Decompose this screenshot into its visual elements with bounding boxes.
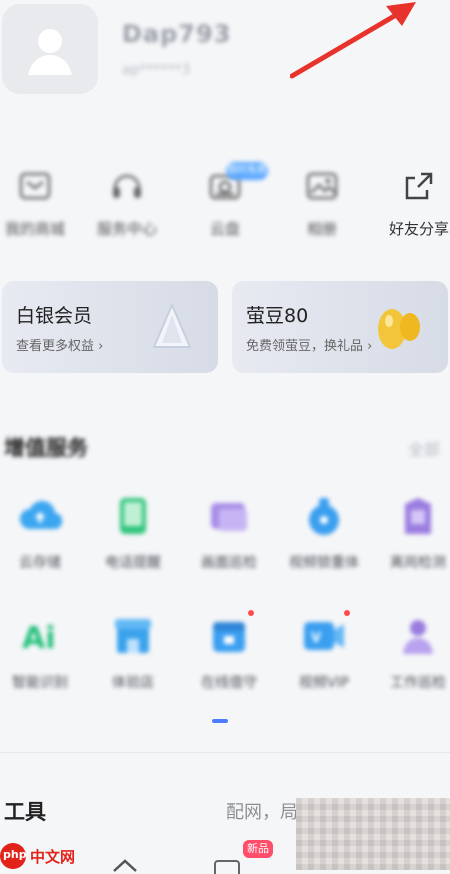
bean-points-card[interactable]: 萤豆80 免费领萤豆，换礼品 ›: [232, 281, 448, 373]
service-cloud-storage[interactable]: 云存储: [0, 494, 86, 572]
service-work-inspection[interactable]: 工作巡检: [372, 614, 450, 692]
service-video-lock[interactable]: 视频锁重体: [278, 494, 370, 572]
service-label: 离岗检测: [390, 555, 446, 571]
service-video-vip[interactable]: V 视频VIP: [278, 614, 370, 692]
service-label: 在线值守: [201, 675, 257, 691]
watermark-text: 中文网: [30, 847, 76, 866]
svg-text:Ai: Ai: [22, 621, 56, 654]
new-dot-indicator: [248, 610, 254, 616]
video-vip-icon: V: [302, 614, 346, 658]
cloud-upload-icon: [18, 494, 62, 538]
quick-action-service-center[interactable]: 服务中心: [82, 168, 172, 239]
calendar-icon: [207, 614, 251, 658]
card-title: 萤豆80: [246, 305, 309, 327]
page-indicator: [212, 719, 228, 723]
user-placeholder-icon: [28, 29, 72, 75]
quick-action-label: 服务中心: [96, 220, 157, 238]
service-screen-inspection[interactable]: 画面巡检: [183, 494, 275, 572]
mail-icon: [17, 168, 53, 204]
quick-action-label: 相册: [306, 220, 337, 238]
service-label: 视频锁重体: [289, 555, 359, 571]
door-icon: [396, 494, 440, 538]
service-label: 工作巡检: [390, 675, 446, 691]
service-label: 电话提醒: [105, 555, 161, 571]
tools-shortcuts[interactable]: 配网，局: [226, 798, 298, 824]
lock-icon: [302, 494, 346, 538]
quick-action-album[interactable]: 相册: [277, 168, 367, 239]
headset-icon: [109, 168, 145, 204]
view-all-link[interactable]: 全部: [408, 436, 440, 460]
quick-action-label: 好友分享: [388, 220, 449, 238]
quick-action-share[interactable]: 好友分享: [374, 168, 450, 239]
limited-free-badge: 限时免费: [226, 162, 268, 180]
photo-icon: [304, 168, 340, 204]
card-title: 白银会员: [16, 305, 93, 327]
tools-title: 工具: [4, 800, 46, 824]
card-subtitle: 查看更多权益 ›: [16, 339, 104, 354]
profile-subtitle: ap******3: [122, 62, 191, 78]
profile-name[interactable]: Dap793: [122, 20, 231, 48]
service-phone-reminder[interactable]: 电话提醒: [87, 494, 179, 572]
service-label: 云存储: [19, 555, 61, 571]
silver-triangle-icon: [152, 302, 192, 348]
service-experience-store[interactable]: 体验店: [87, 614, 179, 692]
new-dot-indicator: [344, 610, 350, 616]
new-product-badge: 新品: [243, 840, 273, 858]
service-label: 画面巡检: [201, 555, 257, 571]
silver-member-card[interactable]: 白银会员 查看更多权益 ›: [2, 281, 218, 373]
service-label: 智能识别: [12, 675, 68, 691]
store-icon: [111, 614, 155, 658]
section-divider: [0, 752, 450, 753]
svg-text:V: V: [311, 631, 321, 646]
device-tab-icon[interactable]: [214, 860, 240, 874]
php-logo-icon: php: [0, 843, 27, 869]
annotation-arrow-icon: [290, 2, 416, 79]
folder-icon: [207, 494, 251, 538]
service-smart-recognition[interactable]: Ai 智能识别: [0, 614, 86, 692]
watermark: php 中文网: [0, 842, 110, 870]
card-subtitle: 免费领萤豆，换礼品 ›: [246, 339, 373, 354]
value-services-title: 增值服务: [4, 436, 88, 460]
service-label: 视频VIP: [298, 675, 350, 691]
service-online-duty[interactable]: 在线值守: [183, 614, 275, 692]
ai-icon: Ai: [18, 614, 62, 658]
service-label: 体验店: [112, 675, 154, 691]
service-absence-detection[interactable]: 离岗检测: [372, 494, 450, 572]
share-icon: [401, 168, 437, 204]
worker-icon: [396, 614, 440, 658]
gold-bean-icon: [378, 309, 420, 349]
quick-action-label: 云盘: [209, 220, 240, 238]
quick-action-mall[interactable]: 我的商城: [0, 168, 80, 239]
pixelated-overlay: [296, 798, 450, 870]
phone-icon: [111, 494, 155, 538]
avatar[interactable]: [2, 4, 98, 94]
quick-action-label: 我的商城: [4, 220, 65, 238]
